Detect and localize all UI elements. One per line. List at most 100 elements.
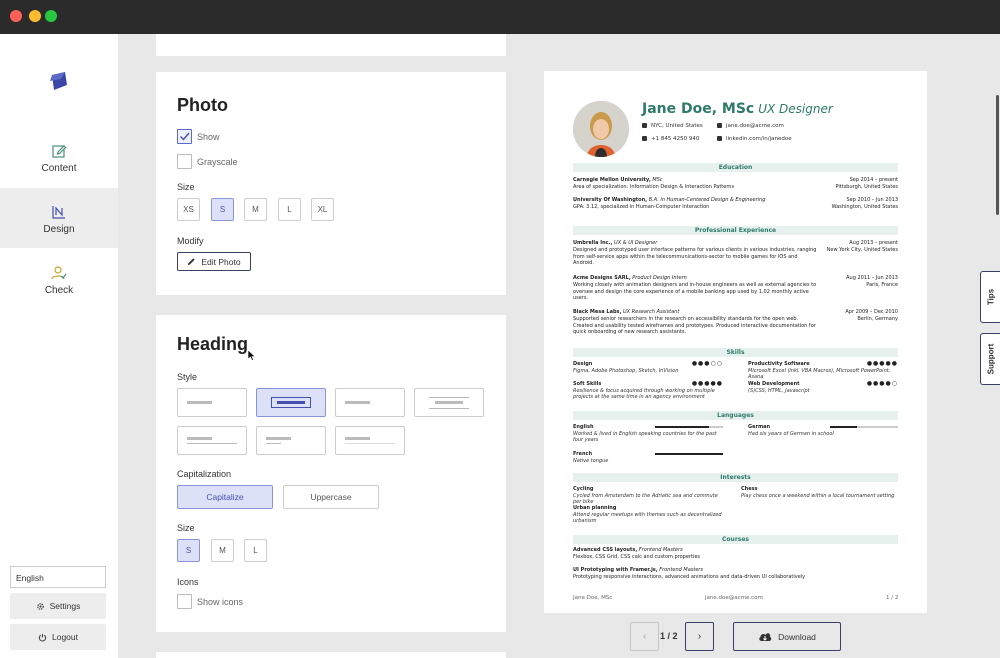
interest-detail: Cycled from Amsterdam to the Adriatic se…	[573, 492, 718, 506]
course-name: UI Prototyping with Framer.js,	[573, 567, 658, 573]
scrollbar[interactable]	[996, 95, 999, 215]
exp-detail: Working closely with animation designers…	[573, 281, 817, 302]
course-org: Frontend Masters	[659, 567, 704, 573]
edu-degree: MSc	[652, 177, 663, 183]
interest-detail: Attend regular meetups with themes such …	[573, 511, 722, 525]
resume-experience-entry: Black Mesa Labs, UX Research Assistant Su…	[573, 309, 898, 336]
skill-detail: Resilience & focus acquired through work…	[573, 387, 715, 401]
capitalize-button[interactable]: Capitalize	[177, 485, 273, 509]
cloud-download-icon	[759, 633, 772, 641]
resume-section-education: Education	[573, 163, 898, 172]
mail-icon	[717, 123, 722, 128]
exp-date: Aug 2013 – present	[849, 240, 898, 246]
course-detail: Flexbox, CSS Grid, CSS calc and custom p…	[573, 553, 701, 560]
heading-heading: Heading	[177, 334, 249, 354]
skill-detail: Figma, Adobe Photoshop, Sketch, InVision	[573, 367, 679, 374]
heading-style-option-3[interactable]	[335, 388, 405, 417]
close-window-button[interactable]	[10, 10, 22, 22]
minimize-window-button[interactable]	[29, 10, 41, 22]
exp-role: Product Design Intern	[632, 275, 687, 281]
course-name: Advanced CSS layouts,	[573, 547, 638, 553]
heading-style-option-4[interactable]	[414, 388, 484, 417]
resume-linkedin: linkedin.com/in/janedoe	[717, 136, 792, 142]
language-level-bar	[655, 453, 723, 455]
tips-tab[interactable]: Tips	[980, 271, 1000, 323]
skill-level: ●●●●●	[866, 360, 898, 367]
skill-level: ●●●●●	[691, 380, 723, 387]
edit-photo-button[interactable]: Edit Photo	[177, 252, 251, 271]
maximize-window-button[interactable]	[45, 10, 57, 22]
photo-size-xl[interactable]: XL	[311, 198, 334, 221]
interest-item: Chess Play chess once a weekend within a …	[741, 486, 911, 499]
resume-preview: Jane Doe, MSc UX Designer NYC, United Sta…	[544, 71, 927, 613]
settings-label: Settings	[49, 601, 81, 611]
heading-size-l[interactable]: L	[244, 539, 267, 562]
resume-linkedin-text: linkedin.com/in/janedoe	[726, 136, 792, 142]
heading-size-m[interactable]: M	[211, 539, 234, 562]
photo-size-m[interactable]: M	[244, 198, 267, 221]
resume-photo	[573, 101, 629, 157]
resume-section-languages: Languages	[573, 411, 898, 420]
heading-style-option-5[interactable]	[177, 426, 247, 455]
person-photo-icon	[573, 101, 629, 157]
language-item: German Had six years of German in school	[748, 424, 898, 437]
edu-school: University Of Washington,	[573, 197, 648, 203]
sidebar-item-check[interactable]: Check	[0, 249, 118, 309]
exp-company: Acme Designs SARL,	[573, 275, 631, 281]
sidebar-item-content[interactable]: Content	[0, 129, 118, 189]
mouse-cursor-icon	[248, 350, 256, 361]
skill-detail: (S)CSS, HTML, Javascript	[748, 387, 810, 394]
settings-button[interactable]: Settings	[10, 593, 106, 619]
language-select[interactable]: English	[10, 566, 106, 588]
show-photo-label: Show	[197, 132, 220, 142]
heading-style-option-6[interactable]	[256, 426, 326, 455]
course-org: Frontend Masters	[638, 547, 683, 553]
next-page-button[interactable]: ›	[685, 622, 714, 651]
edu-date: Sep 2010 – Jun 2013	[846, 197, 898, 203]
skill-detail: Microsoft Excel (inkl. VBA Macros), Micr…	[748, 367, 891, 381]
photo-size-s[interactable]: S	[211, 198, 234, 221]
download-label: Download	[778, 631, 816, 642]
show-icons-checkbox[interactable]	[177, 594, 192, 609]
exp-place: Berlin, Germany	[857, 315, 898, 322]
sidebar-item-design[interactable]: Design	[0, 188, 118, 248]
exp-place: New York City, United States	[826, 246, 898, 253]
resume-section-experience: Professional Experience	[573, 226, 898, 235]
resume-phone: +1 845 4250 940	[642, 136, 699, 142]
design-icon	[52, 206, 65, 219]
resume-footer-name: Jane Doe, MSc	[573, 595, 613, 601]
show-photo-checkbox[interactable]	[177, 129, 192, 144]
previous-page-button[interactable]: ‹	[630, 622, 659, 651]
photo-size-l[interactable]: L	[278, 198, 301, 221]
resume-name: Jane Doe, MSc UX Designer	[642, 101, 833, 117]
checkmark-icon	[180, 132, 190, 141]
exp-detail: Designed and prototyped user interface p…	[573, 246, 817, 267]
exp-date: Aug 2011 – Jun 2013	[846, 275, 898, 281]
location-icon	[642, 123, 647, 128]
resume-section-courses: Courses	[573, 535, 898, 544]
resume-section-skills: Skills	[573, 348, 898, 357]
grayscale-label: Grayscale	[197, 157, 238, 167]
support-tab[interactable]: Support	[980, 333, 1000, 385]
pencil-icon	[188, 258, 196, 266]
tips-tab-label: Tips	[986, 288, 995, 306]
support-tab-label: Support	[986, 343, 995, 375]
logout-label: Logout	[52, 632, 78, 642]
language-detail: Had six years of German in school	[748, 430, 834, 437]
download-button[interactable]: Download	[733, 622, 841, 651]
photo-size-xs[interactable]: XS	[177, 198, 200, 221]
resume-location: NYC, United States	[642, 123, 703, 129]
logout-button[interactable]: Logout	[10, 624, 106, 650]
heading-style-option-7[interactable]	[335, 426, 405, 455]
linkedin-icon	[717, 136, 722, 141]
uppercase-button[interactable]: Uppercase	[283, 485, 379, 509]
edu-detail: GPA: 3.12, specialized in Human-Computer…	[573, 203, 710, 210]
skill-level: ●●●○○	[691, 360, 723, 367]
grayscale-checkbox[interactable]	[177, 154, 192, 169]
heading-style-option-1[interactable]	[177, 388, 247, 417]
heading-size-s[interactable]: S	[177, 539, 200, 562]
language-detail: Native tongue	[573, 457, 609, 464]
heading-style-option-2[interactable]	[256, 388, 326, 417]
sidebar-item-label: Content	[41, 163, 77, 174]
photo-heading: Photo	[177, 95, 228, 115]
